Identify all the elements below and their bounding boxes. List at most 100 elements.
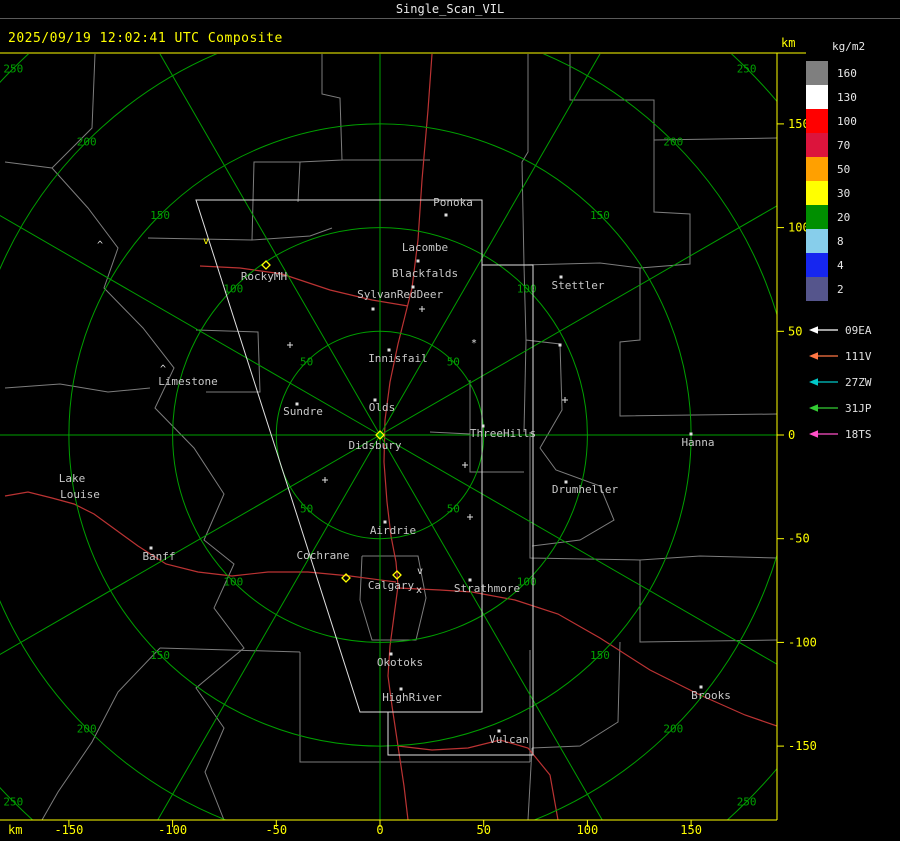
bottom-axis-tick-label: 50 [476,823,490,837]
city-label: RockyMH [241,270,287,283]
bottom-axis-tick-label: 100 [577,823,599,837]
colorbar-entry: 70 [806,133,898,157]
right-axis-tick-label: 50 [788,324,802,338]
city-label: Lake [59,472,86,485]
axis-unit-label-bottom-left: km [8,823,22,837]
right-axis-tick-label: -150 [788,739,817,753]
range-ring-label: 200 [77,722,97,735]
bottom-axis-tick-label: -150 [54,823,83,837]
radar-id-label: 31JP [845,401,872,415]
city-label: Strathmore [454,582,520,595]
legend-sidebar: kg/m2 160 130 100 70 50 30 20 8 4 2 09EA 111V 27ZW 3… [806,40,898,447]
city-label: Limestone [158,375,218,388]
colorbar-swatch [806,133,828,157]
radial-line [379,54,601,436]
city-label: Innisfail [368,352,428,365]
range-ring-label: 150 [150,209,170,222]
radar-arrow-icon [809,404,838,412]
city-label: RedDeer [397,288,444,301]
vil-colorbar: 160 130 100 70 50 30 20 8 4 2 [806,61,898,301]
caret-marker-icon: ^ [97,240,103,251]
radar-legend-item: 27ZW [806,369,898,395]
radar-legend-item: 09EA [806,317,898,343]
colorbar-swatch [806,109,828,133]
range-ring-label: 200 [77,136,97,149]
radar-legend-item: 111V [806,343,898,369]
range-ring-label: 250 [737,62,757,75]
city-label: Louise [60,488,100,501]
colorbar-swatch [806,85,828,109]
city-label: Ponoka [433,196,473,209]
range-ring-label: 50 [447,502,460,515]
city-label: ThreeHills [470,427,536,440]
range-ring-label: 200 [663,136,683,149]
radar-id-label: 18TS [845,427,872,441]
colorbar-swatch [806,61,828,85]
colorbar-value: 160 [837,66,857,80]
range-ring-label: 150 [590,649,610,662]
plus-marker-icon [462,462,468,468]
v-marker-icon: v [417,566,423,577]
right-axis-tick-label: 0 [788,428,795,442]
plus-marker-icon [562,397,568,403]
city-dot-icon [444,213,448,217]
city-label: Blackfalds [392,267,458,280]
scan-area-outlines [195,199,534,756]
radar-legend-item: 18TS [806,421,898,447]
colorbar-value: 50 [837,162,851,176]
right-axis-tick-label: -100 [788,635,817,649]
radial-line [159,54,381,436]
colorbar-entry: 20 [806,205,898,229]
colorbar-entry: 30 [806,181,898,205]
plus-marker-icon [419,306,425,312]
radar-site-legend: 09EA 111V 27ZW 31JP 18TS [806,317,898,447]
colorbar-swatch [806,277,828,301]
colorbar-entry: 100 [806,109,898,133]
range-ring-label: 250 [3,62,23,75]
colorbar-value: 2 [837,282,844,296]
city-label: Hanna [681,436,714,449]
plus-marker-icon [467,514,473,520]
radar-arrow-icon [809,352,838,360]
colorbar-swatch [806,229,828,253]
colorbar-value: 30 [837,186,851,200]
city-label: Okotoks [377,656,423,669]
colorbar-units-label: kg/m2 [832,40,866,53]
radar-map-canvas[interactable]: 5050505010010010010015015015015020020020… [0,0,900,841]
city-label: Drumheller [552,483,619,496]
range-ring-label: 100 [223,576,243,589]
city-dot-icon [371,307,375,311]
city-label: Didsbury [349,439,402,452]
city-label: Sundre [283,405,323,418]
city-label: Lacombe [402,241,448,254]
colorbar-entry: 4 [806,253,898,277]
radar-app-window: Single_Scan_VIL 2025/09/19 12:02:41 UTC … [0,0,900,841]
v-marker-icon: v [203,236,209,247]
range-ring-label: 150 [590,209,610,222]
plus-marker-icon [287,342,293,348]
right-axis-tick-label: -50 [788,532,810,546]
city-label: HighRiver [382,691,442,704]
colorbar-value: 20 [837,210,851,224]
bottom-axis-tick-label: -50 [265,823,287,837]
range-ring-label: 50 [300,502,313,515]
city-label: Olds [369,401,396,414]
colorbar-swatch [806,157,828,181]
colorbar-swatch [806,205,828,229]
city-label: Cochrane [297,549,350,562]
plus-marker-icon [322,477,328,483]
bottom-axis-tick-label: 0 [376,823,383,837]
range-ring-label: 150 [150,649,170,662]
bottom-axis-tick-label: -100 [158,823,187,837]
colorbar-value: 4 [837,258,844,272]
range-ring-label: 50 [300,356,313,369]
city-label: Sylvan [357,288,397,301]
range-ring-label: 250 [737,796,757,809]
city-label: Vulcan [489,733,529,746]
radar-id-label: 27ZW [845,375,872,389]
radar-arrow-icon [809,430,838,438]
colorbar-entry: 160 [806,61,898,85]
range-ring-label: 50 [447,356,460,369]
city-label: Calgary [368,579,415,592]
city-label: Banff [142,550,175,563]
